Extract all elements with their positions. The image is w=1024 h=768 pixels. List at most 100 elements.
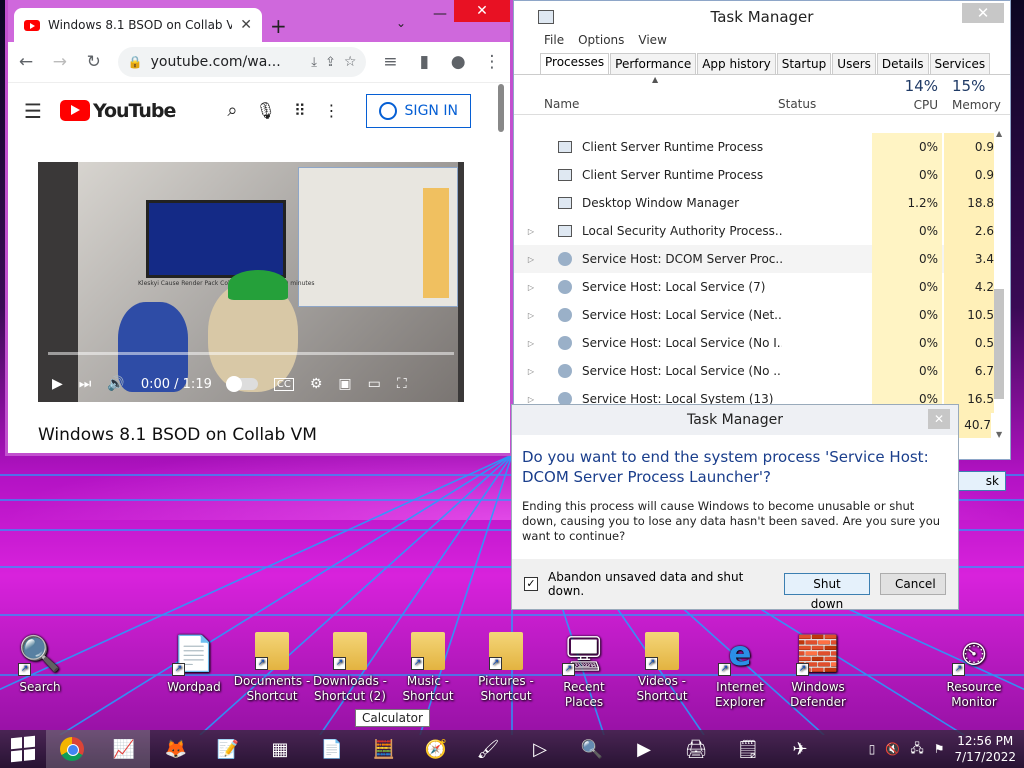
profile-avatar-icon[interactable]: ● bbox=[448, 52, 468, 72]
tab-processes[interactable]: Processes bbox=[540, 53, 610, 74]
desktop-icon[interactable]: ↗ Pictures - Shortcut bbox=[466, 632, 546, 704]
search-icon[interactable]: ⌕ bbox=[227, 100, 237, 121]
close-window-button[interactable]: ✕ bbox=[962, 3, 1004, 23]
expand-arrow-icon[interactable]: ▷ bbox=[514, 227, 544, 236]
dialog-close-button[interactable]: ✕ bbox=[928, 409, 950, 429]
abandon-data-checkbox[interactable]: ✓ bbox=[524, 577, 538, 591]
process-scrollbar[interactable]: ▲ ▼ bbox=[994, 129, 1006, 439]
taskbar-notepad[interactable]: 📝 bbox=[202, 730, 254, 768]
menu-file[interactable]: File bbox=[544, 33, 564, 53]
hamburger-menu-icon[interactable]: ☰ bbox=[24, 99, 42, 123]
expand-arrow-icon[interactable]: ▷ bbox=[514, 395, 544, 404]
taskbar-wordpad[interactable]: 📄 bbox=[306, 730, 358, 768]
tab-services[interactable]: Services bbox=[929, 53, 991, 74]
taskbar-task-manager[interactable]: 📈 bbox=[98, 730, 150, 768]
menu-options[interactable]: Options bbox=[578, 33, 624, 53]
apps-grid-icon[interactable]: ⠿ bbox=[294, 101, 306, 120]
captions-icon[interactable]: CC bbox=[273, 377, 294, 391]
theater-mode-icon[interactable]: ▭ bbox=[368, 376, 381, 392]
fullscreen-icon[interactable]: ⛶ bbox=[397, 376, 407, 392]
taskbar-media[interactable]: ▶ bbox=[618, 730, 670, 768]
expand-arrow-icon[interactable]: ▷ bbox=[514, 311, 544, 320]
process-row[interactable]: ▷ Service Host: Local Service (7) 0% 4.2 bbox=[514, 273, 994, 301]
volume-muted-icon[interactable]: 🔇 bbox=[885, 742, 900, 756]
desktop-icon[interactable]: e ↗ Internet Explorer bbox=[700, 632, 780, 710]
desktop-icon[interactable]: ↗ Music - Shortcut bbox=[388, 632, 468, 704]
scroll-up-icon[interactable]: ▲ bbox=[996, 129, 1002, 138]
share-icon[interactable]: ⇪ bbox=[325, 55, 336, 70]
desktop-icon[interactable]: ↗ Documents - Shortcut bbox=[232, 632, 312, 704]
autoplay-toggle[interactable] bbox=[225, 376, 258, 392]
start-button[interactable] bbox=[0, 730, 46, 768]
install-app-icon[interactable]: ⤓ bbox=[311, 55, 317, 70]
shut-down-button[interactable]: Shut down bbox=[784, 573, 870, 611]
browser-tab[interactable]: Windows 8.1 BSOD on Collab VM ✕ bbox=[14, 8, 262, 42]
close-window-button[interactable]: ✕ bbox=[454, 0, 510, 22]
settings-gear-icon[interactable]: ⚙ bbox=[310, 376, 323, 392]
desktop-icon[interactable]: ↗ Downloads - Shortcut (2) bbox=[310, 632, 390, 704]
taskbar-fax[interactable]: 🖨 bbox=[670, 730, 722, 768]
network-icon[interactable]: 🖧 bbox=[910, 739, 923, 760]
more-options-icon[interactable]: ⋮ bbox=[324, 101, 340, 120]
side-panel-icon[interactable]: ▮ bbox=[414, 52, 434, 72]
page-scrollbar[interactable] bbox=[498, 84, 504, 132]
action-center-flag-icon[interactable]: ⚑ bbox=[934, 742, 945, 756]
process-row[interactable]: ▷ Service Host: DCOM Server Proc... 0% 3.4 bbox=[514, 245, 994, 273]
confirm-dialog[interactable]: Task Manager ✕ Do you want to end the sy… bbox=[511, 404, 959, 611]
process-row[interactable]: Client Server Runtime Process 0% 0.9 bbox=[514, 133, 994, 161]
desktop-icon[interactable]: 🔍 ↗ Search bbox=[0, 632, 80, 695]
tab-performance[interactable]: Performance bbox=[610, 53, 697, 74]
process-row[interactable]: ▷ Service Host: Local Service (No ... 0% 6.… bbox=[514, 357, 994, 385]
tab-app-history[interactable]: App history bbox=[697, 53, 776, 74]
back-arrow-icon[interactable]: ← bbox=[16, 52, 36, 72]
tab-startup[interactable]: Startup bbox=[776, 53, 832, 74]
process-row[interactable]: ▷ Service Host: Local Service (Net... 0% 10… bbox=[514, 301, 994, 329]
expand-arrow-icon[interactable]: ▷ bbox=[514, 255, 544, 264]
miniplayer-icon[interactable]: ▣ bbox=[338, 376, 351, 392]
new-tab-button[interactable]: + bbox=[270, 14, 287, 38]
taskbar-chrome[interactable] bbox=[46, 730, 98, 768]
desktop-icon[interactable]: 📄 ↗ Wordpad bbox=[154, 632, 234, 695]
scroll-down-icon[interactable]: ▼ bbox=[996, 430, 1002, 439]
youtube-logo[interactable]: YouTube bbox=[59, 100, 176, 122]
microphone-icon[interactable]: 🎙 bbox=[256, 101, 276, 120]
column-status[interactable]: Status bbox=[778, 97, 816, 111]
abandon-data-label[interactable]: Abandon unsaved data and shut down. bbox=[548, 570, 774, 598]
video-player[interactable]: Kleskyi Cause Render Pack Collection Ext… bbox=[38, 162, 464, 402]
column-name[interactable]: Name bbox=[544, 97, 579, 111]
process-row[interactable]: ▷ Local Security Authority Process... 0% 2.… bbox=[514, 217, 994, 245]
sign-in-button[interactable]: SIGN IN bbox=[365, 93, 471, 128]
taskbar-send[interactable]: ✈ bbox=[774, 730, 826, 768]
play-icon[interactable]: ▶ bbox=[52, 376, 63, 392]
minimize-button[interactable]: — bbox=[433, 6, 447, 22]
reload-icon[interactable]: ↻ bbox=[84, 52, 104, 72]
address-bar[interactable]: 🔒 youtube.com/wa... ⤓ ⇪ ☆ bbox=[117, 47, 367, 77]
chrome-window[interactable]: Windows 8.1 BSOD on Collab VM ✕ + ⌄ — ✕ … bbox=[5, 0, 513, 456]
taskbar-defender[interactable]: ▦ bbox=[254, 730, 306, 768]
video-progress-bar[interactable] bbox=[48, 352, 454, 355]
desktop-icon[interactable]: 🖥 ↗ Recent Places bbox=[544, 632, 624, 710]
expand-arrow-icon[interactable]: ▷ bbox=[514, 367, 544, 376]
desktop-icon[interactable]: 🧱 ↗ Windows Defender bbox=[778, 632, 858, 710]
process-row[interactable]: ▷ Service Host: Local Service (No I... 0% 0… bbox=[514, 329, 994, 357]
task-manager-window[interactable]: Task Manager ✕ File Options View Process… bbox=[513, 0, 1011, 460]
tab-details[interactable]: Details bbox=[876, 53, 929, 74]
tab-users[interactable]: Users bbox=[832, 53, 876, 74]
process-row[interactable]: Client Server Runtime Process 0% 0.9 bbox=[514, 161, 994, 189]
column-cpu[interactable]: 14% CPU bbox=[872, 75, 942, 115]
show-hidden-icons-icon[interactable]: ▯ bbox=[869, 742, 876, 756]
desktop-icon[interactable]: ↗ Videos - Shortcut bbox=[622, 632, 702, 704]
taskbar-compass[interactable]: 🧭 bbox=[410, 730, 462, 768]
volume-icon[interactable]: 🔊 bbox=[107, 376, 124, 392]
tab-search-chevron-icon[interactable]: ⌄ bbox=[396, 16, 406, 30]
bookmark-star-icon[interactable]: ☆ bbox=[344, 54, 357, 70]
lock-icon[interactable]: 🔒 bbox=[128, 55, 143, 69]
taskbar-search[interactable]: 🔍 bbox=[566, 730, 618, 768]
media-control-icon[interactable]: ≡ bbox=[380, 52, 400, 72]
cancel-button[interactable]: Cancel bbox=[880, 573, 946, 595]
process-row[interactable]: Desktop Window Manager 1.2% 18.8 bbox=[514, 189, 994, 217]
chrome-menu-icon[interactable]: ⋮ bbox=[482, 52, 502, 72]
taskbar-powershell[interactable]: ▷ bbox=[514, 730, 566, 768]
taskbar-paint[interactable]: 🖌 bbox=[462, 730, 514, 768]
column-memory[interactable]: 15% Memory bbox=[944, 75, 1012, 115]
